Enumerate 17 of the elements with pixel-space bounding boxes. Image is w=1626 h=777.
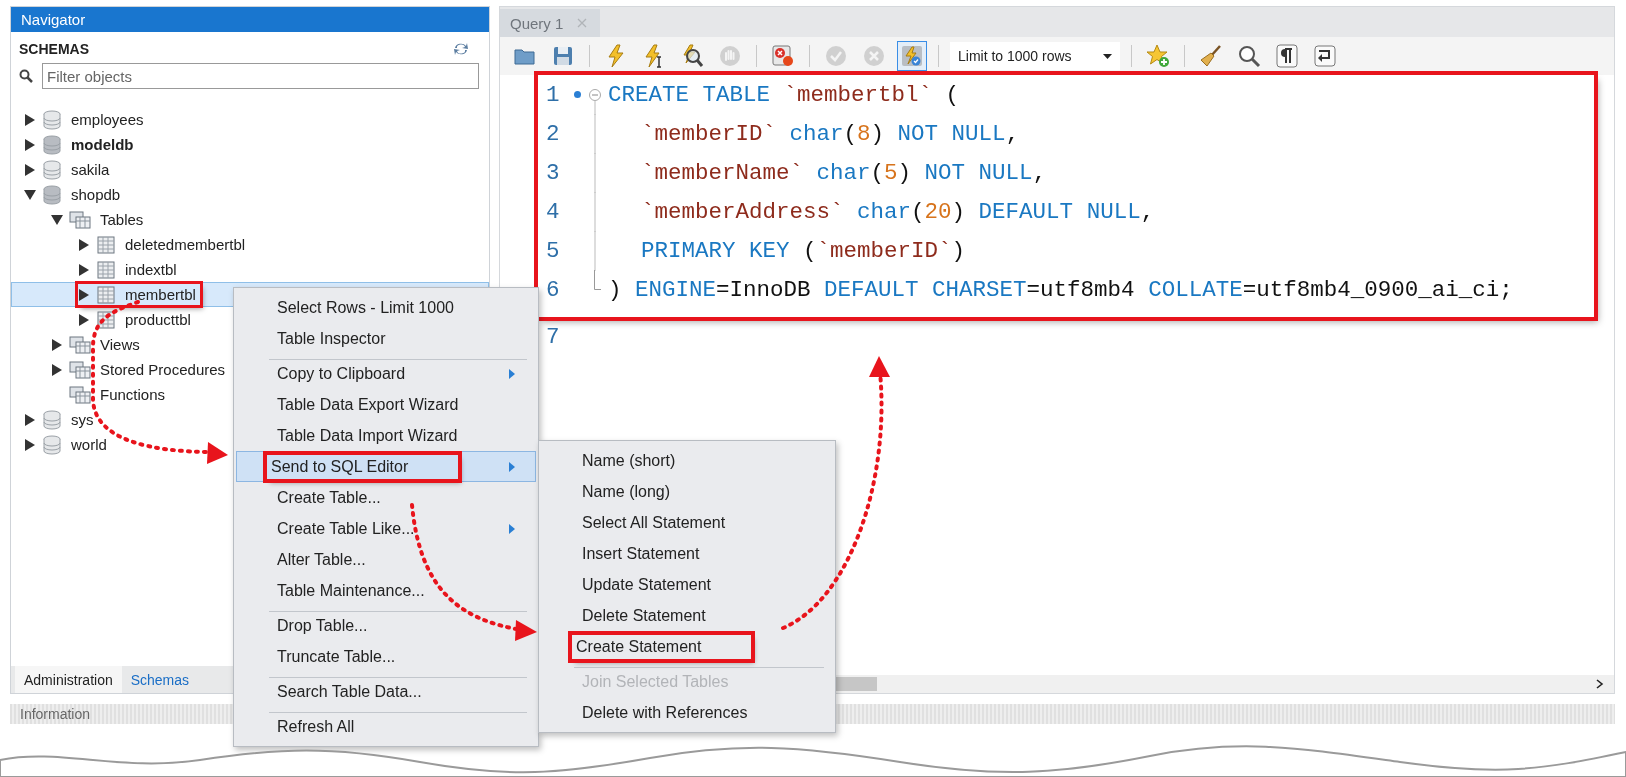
section-title: SCHEMAS [19, 41, 89, 57]
line-number: 4 [545, 198, 561, 225]
code-line: CREATE TABLE `membertbl` ( [608, 81, 960, 108]
code-line: PRIMARY KEY (`memberID`) [640, 237, 966, 264]
line-number: 7 [545, 323, 561, 350]
line-number: 5 [545, 237, 561, 264]
code-line: `memberAddress` char(20) DEFAULT NULL, [640, 198, 1155, 225]
line-number: 6 [545, 276, 561, 303]
panel-title: Information [20, 706, 91, 722]
tab-label: Query 1 [510, 14, 564, 32]
code-line: `memberName` char(5) NOT NULL, [640, 159, 1047, 186]
line-number: 1 [545, 81, 561, 108]
code-line: `memberID` char(8) NOT NULL, [640, 120, 1020, 147]
panel-title: Navigator [21, 11, 86, 28]
code-line: ) ENGINE=InnoDB DEFAULT CHARSET=utf8mb4 COLLATE=utf8mb4_0900_ai_ci; [608, 276, 1513, 303]
line-number: 2 [545, 120, 561, 147]
line-number: 3 [545, 159, 561, 186]
